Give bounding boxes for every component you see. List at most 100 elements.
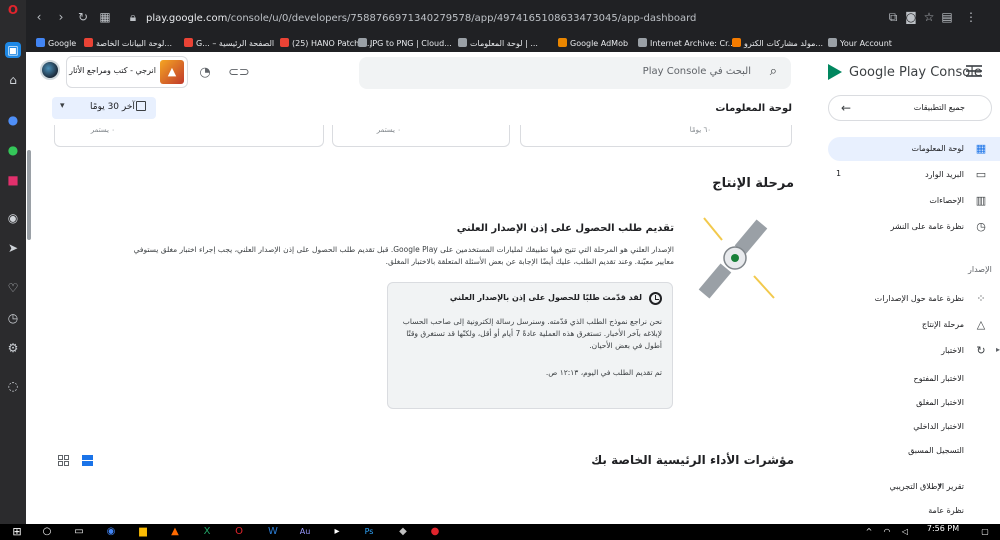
wifi-icon[interactable]: ◠: [880, 526, 894, 538]
excel-icon[interactable]: X: [200, 526, 214, 538]
sidebar-item-inbox[interactable]: ▭ البريد الوارد 1: [828, 163, 1000, 187]
metric-card[interactable]: ٦٠ يومًا: [520, 125, 792, 147]
bookmark-item[interactable]: Google AdMob: [558, 37, 628, 51]
sidebar-item-label: البريد الوارد: [925, 170, 964, 179]
extensions-icon[interactable]: ▤: [940, 10, 954, 24]
sidebar-item-testing[interactable]: ↻ ▸ الاختبار: [828, 339, 1000, 363]
sidebar-item-label: الاختبار المفتوح: [913, 374, 964, 383]
forward-icon[interactable]: ›: [54, 10, 68, 24]
bookmark-item[interactable]: G... – الصفحة الرئيسية: [184, 37, 274, 51]
sidebar-item-label: نظرة عامة على النشر: [890, 222, 964, 231]
sidebar-item-prelaunch-overview[interactable]: نظرة عامة: [828, 499, 1000, 523]
url-field[interactable]: play.google.com/console/u/0/developers/7…: [146, 13, 696, 24]
windows-start-icon[interactable]: ⊞: [10, 526, 24, 538]
avatar[interactable]: [40, 60, 60, 80]
notice-submitted-time: تم تقديم الطلب في اليوم، ١٢:١٣ ص.: [545, 368, 662, 377]
search-input[interactable]: ⌕ البحث في Play Console: [359, 57, 791, 89]
chrome-icon[interactable]: ◉: [104, 526, 118, 538]
tray-chevron-icon[interactable]: ^: [862, 526, 876, 538]
bar-chart-icon: ▥: [975, 194, 987, 207]
view-toggle: [58, 454, 98, 468]
audition-icon[interactable]: Au: [298, 526, 312, 538]
inbox-icon: ▭: [975, 168, 987, 181]
reload-icon[interactable]: ↻: [76, 10, 90, 24]
notifications-icon[interactable]: ▢: [978, 526, 992, 538]
record-icon[interactable]: ●: [428, 526, 442, 538]
page-icon: [458, 38, 467, 47]
arrow-left-icon: ←: [841, 101, 852, 115]
messenger-icon[interactable]: ●: [5, 112, 21, 128]
task-view-icon[interactable]: ▭: [72, 526, 86, 538]
youtube-icon: [84, 38, 93, 47]
back-icon[interactable]: ‹: [32, 10, 46, 24]
metric-card[interactable]: ٠ يستمر: [332, 125, 510, 147]
lightbulb-icon[interactable]: ◌: [5, 378, 21, 394]
sidebar-item-dashboard[interactable]: ▦ لوحة المعلومات: [828, 137, 1000, 161]
volume-icon[interactable]: ◁: [898, 526, 912, 538]
metric-card[interactable]: ٠ يستمر: [54, 125, 324, 147]
send-icon[interactable]: ➤: [5, 240, 21, 256]
bookmark-item[interactable]: Internet Archive: Cr...: [638, 37, 735, 51]
workspace-icon[interactable]: ▣: [5, 42, 21, 58]
sidebar-item-prelaunch-report[interactable]: ▾ تقرير الإطلاق التجريبي: [828, 475, 1000, 499]
bookmark-item[interactable]: JPG to PNG | Cloud...: [358, 37, 452, 51]
camera-icon[interactable]: ◙: [904, 10, 918, 24]
taskbar-search-icon[interactable]: ○: [40, 526, 54, 538]
bookmark-item[interactable]: لوحة البيانات الخاصة...: [84, 37, 172, 51]
bookmark-item[interactable]: لوحة المعلومات | ...: [458, 37, 538, 51]
player-icon[interactable]: ◉: [5, 210, 21, 226]
terminal-icon[interactable]: ▸: [330, 526, 344, 538]
settings-gear-icon[interactable]: ⚙: [5, 340, 21, 356]
menu-dots-icon[interactable]: ⋮: [964, 10, 978, 24]
bookmark-item[interactable]: مولد مشاركات الكترو...: [732, 37, 823, 51]
bookmark-item[interactable]: Your Account: [828, 37, 892, 51]
date-range-selector[interactable]: ▾ آخر 30 يومًا: [52, 97, 156, 119]
notice-title: لقد قدّمت طلبًا للحصول على إذن بالإصدار …: [449, 293, 642, 302]
brand-logo[interactable]: Google Play Console: [828, 64, 982, 80]
metric-card-text: ٠ يستمر: [376, 126, 401, 134]
bookmark-label: Google AdMob: [570, 39, 629, 48]
app-icon[interactable]: ◆: [396, 526, 410, 538]
sidebar-item-publishing-overview[interactable]: ◷ نظرة عامة على النشر: [828, 215, 1000, 239]
file-explorer-icon[interactable]: ▆: [136, 526, 150, 538]
bookmark-star-icon[interactable]: ☆: [922, 10, 936, 24]
sidebar-item-open-testing[interactable]: الاختبار المفتوح: [828, 367, 1000, 391]
page-scrollbar[interactable]: [27, 150, 31, 240]
sidebar-item-pre-registration[interactable]: التسجيل المسبق: [828, 439, 1000, 463]
tabs-grid-icon[interactable]: ▦: [98, 10, 112, 24]
home-icon[interactable]: ⌂: [5, 72, 21, 88]
sidebar-item-label: مرحلة الإنتاج: [921, 320, 964, 329]
bookmark-label: لوحة البيانات الخاصة...: [96, 39, 172, 48]
bookmark-item[interactable]: Google: [36, 37, 76, 51]
sidebar-item-label: لوحة المعلومات: [911, 144, 964, 153]
sidebar-item-releases-overview[interactable]: ⁘ نظرة عامة حول الإصدارات: [828, 287, 1000, 311]
whatsapp-icon[interactable]: ●: [5, 142, 21, 158]
photoshop-icon[interactable]: Ps: [362, 526, 376, 538]
sidebar-item-label: التسجيل المسبق: [908, 446, 964, 455]
request-status-notice: لقد قدّمت طلبًا للحصول على إذن بالإصدار …: [387, 282, 673, 409]
sidebar-item-production[interactable]: △ مرحلة الإنتاج: [828, 313, 1000, 337]
inbox-count-badge: 1: [836, 169, 842, 178]
dashboard-content: لوحة المعلومات ▾ آخر 30 يومًا ٦٠ يومًا ٠…: [32, 94, 820, 524]
developer-account-chip[interactable]: ▲ انرجي - كتب ومراجع الأثار: [66, 56, 188, 88]
all-apps-label: جميع التطبيقات: [913, 103, 965, 112]
app-icon[interactable]: ▲: [168, 526, 182, 538]
sidebar-item-internal-testing[interactable]: الاختبار الداخلي: [828, 415, 1000, 439]
sidebar-item-closed-testing[interactable]: الاختبار المغلق: [828, 391, 1000, 415]
heart-icon[interactable]: ♡: [5, 280, 21, 296]
opera-logo-icon[interactable]: O: [5, 2, 21, 18]
help-circle-icon[interactable]: ◔: [196, 64, 214, 82]
grid-view-icon[interactable]: [58, 455, 69, 466]
sidebar-nav: ← جميع التطبيقات ▦ لوحة المعلومات ▭ البر…: [820, 94, 1000, 524]
link-icon[interactable]: ⊂⊃: [228, 64, 250, 82]
list-view-icon[interactable]: [82, 455, 93, 466]
bookmarks-bar: Google لوحة البيانات الخاصة... G... – ال…: [26, 36, 1000, 52]
opera-icon[interactable]: O: [232, 526, 246, 538]
word-icon[interactable]: W: [266, 526, 280, 538]
taskbar-clock[interactable]: 7:56 PM: [920, 524, 966, 533]
history-icon[interactable]: ◷: [5, 310, 21, 326]
sidebar-item-statistics[interactable]: ▥ الإحصاءات: [828, 189, 1000, 213]
screenshot-icon[interactable]: ⧉: [886, 10, 900, 24]
instagram-icon[interactable]: ■: [5, 172, 21, 188]
all-apps-button[interactable]: ← جميع التطبيقات: [828, 95, 992, 121]
